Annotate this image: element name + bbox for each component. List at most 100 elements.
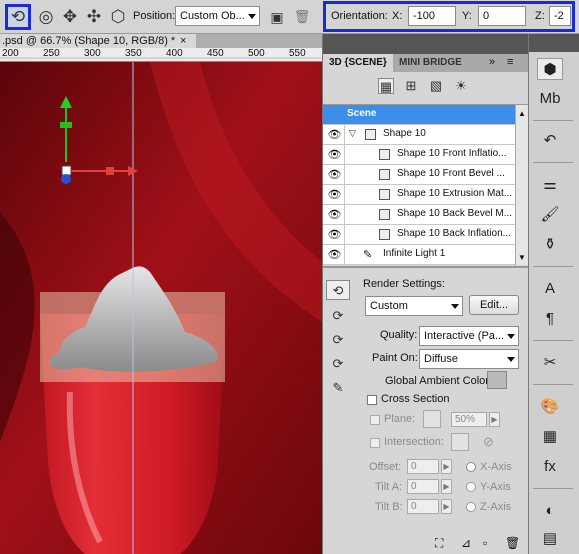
orientation-x-input[interactable]: -100 <box>408 6 456 26</box>
eye-icon[interactable]: 👁 <box>325 145 345 165</box>
expand-arrow-icon[interactable]: ▽ <box>349 128 356 139</box>
ruler-tick: 350 <box>125 48 142 59</box>
layer-name: Infinite Light 1 <box>383 248 446 259</box>
tilt-a-field[interactable]: 0 <box>407 479 439 494</box>
x-axis-radio[interactable] <box>466 462 476 472</box>
eye-icon[interactable]: 👁 <box>325 125 345 145</box>
orientation-z-input[interactable]: -2 <box>549 6 571 26</box>
eye-icon[interactable]: 👁 <box>325 205 345 225</box>
layer-name: Shape 10 Back Bevel M... <box>397 208 513 219</box>
close-tab-icon[interactable]: × <box>180 34 186 48</box>
3d-rotate-tool-icon[interactable]: ⟲ <box>5 4 31 30</box>
eye-icon[interactable]: 👁 <box>325 245 345 265</box>
layer-row[interactable]: 👁 Shape 10 Extrusion Mat... <box>323 185 515 205</box>
material-tool-icon[interactable]: ⟳ <box>326 330 350 350</box>
layers-icon[interactable]: ▤ <box>537 528 563 550</box>
orientation-y-input[interactable]: 0 <box>478 6 526 26</box>
tab-mini-bridge[interactable]: MINI BRIDGE <box>393 54 468 72</box>
styles-icon[interactable]: fx <box>537 456 563 478</box>
quality-label: Quality: <box>380 329 418 341</box>
layer-list-scrollbar[interactable]: ▲ ▼ <box>515 105 529 265</box>
chevron-down-icon <box>451 304 459 309</box>
brush-presets-icon[interactable]: 🖌 <box>537 204 563 226</box>
ruler-tick: 300 <box>84 48 101 59</box>
tilt-b-arrow-icon[interactable]: ▶ <box>441 499 452 514</box>
z-axis-handle <box>61 174 71 184</box>
3d-scale-tool-icon[interactable]: ⬡ <box>105 4 131 30</box>
adjustments-icon[interactable]: ⚌ <box>537 174 563 196</box>
light-guides-icon[interactable]: ⊿ <box>461 536 471 550</box>
plane-color-swatch[interactable] <box>423 410 441 428</box>
history-icon[interactable]: ↶ <box>537 130 563 152</box>
offset-arrow-icon[interactable]: ▶ <box>441 459 452 474</box>
filter-materials-icon[interactable]: ▧ <box>428 78 444 94</box>
collapse-icon[interactable]: » <box>489 56 495 68</box>
mini-bridge-icon[interactable]: Mb <box>537 88 563 110</box>
character-icon[interactable]: A <box>537 278 563 300</box>
document-canvas[interactable] <box>0 62 322 554</box>
offset-field[interactable]: 0 <box>407 459 439 474</box>
panel-menu-icon[interactable]: ≡ <box>507 56 513 68</box>
layer-row[interactable]: 👁 Shape 10 Front Bevel ... <box>323 165 515 185</box>
eye-icon[interactable]: 👁 <box>325 165 345 185</box>
tools-preset-icon[interactable]: ✂ <box>537 352 563 374</box>
3d-pan-tool-icon[interactable]: ✥ <box>57 4 83 30</box>
filter-scene-icon[interactable]: ▦ <box>378 78 394 94</box>
quality-value: Interactive (Pa... <box>424 330 505 342</box>
document-tab[interactable]: .psd @ 66.7% (Shape 10, RGB/8) * × <box>0 34 322 48</box>
scroll-up-icon[interactable]: ▲ <box>518 109 526 118</box>
light-tool-icon[interactable]: ⟳ <box>326 354 350 374</box>
ambient-color-swatch[interactable] <box>487 371 507 389</box>
plane-checkbox[interactable] <box>370 415 380 425</box>
3d-slide-tool-icon[interactable]: ✣ <box>81 4 107 30</box>
delete-icon[interactable]: 🗑 <box>505 536 520 550</box>
position-dropdown[interactable]: Custom Ob... <box>175 6 260 26</box>
intersection-checkbox[interactable] <box>370 438 380 448</box>
material-icon <box>379 169 390 180</box>
eye-icon[interactable]: 👁 <box>325 185 345 205</box>
color-palette-icon[interactable]: 🎨 <box>537 396 563 418</box>
new-layer-icon[interactable]: ▫ <box>483 536 487 550</box>
paint-on-dropdown[interactable]: Diffuse <box>419 349 519 369</box>
filter-meshes-icon[interactable]: ⊞ <box>403 78 419 94</box>
3d-roll-tool-icon[interactable]: ◎ <box>33 4 59 30</box>
layer-row[interactable]: 👁 Shape 10 Back Bevel M... <box>323 205 515 225</box>
paragraph-icon[interactable]: ¶ <box>537 308 563 330</box>
x-axis-scale-handle <box>106 167 114 175</box>
plane-opacity-arrow-icon[interactable]: ▶ <box>489 412 500 427</box>
clone-source-icon[interactable]: ⚱ <box>537 234 563 256</box>
plane-opacity-field[interactable]: 50% <box>451 412 487 427</box>
ambient-color-label: Global Ambient Color: <box>385 375 492 387</box>
layer-row[interactable]: 👁 Shape 10 Back Inflation... <box>323 225 515 245</box>
intersection-color-swatch[interactable] <box>451 433 469 451</box>
material-drop-tool-icon[interactable]: ✎ <box>326 378 350 398</box>
ground-plane-icon[interactable]: ⛶ <box>435 536 443 551</box>
layer-row[interactable]: 👁 ✎ Infinite Light 1 <box>323 245 515 265</box>
tilt-a-arrow-icon[interactable]: ▶ <box>441 479 452 494</box>
layer-row[interactable]: Scene <box>323 105 515 125</box>
layer-row[interactable]: 👁 Shape 10 Front Inflatio... <box>323 145 515 165</box>
masks-icon[interactable]: ◐ <box>537 500 563 522</box>
scroll-down-icon[interactable]: ▼ <box>518 253 526 262</box>
quality-dropdown[interactable]: Interactive (Pa... <box>419 326 519 346</box>
render-preset-dropdown[interactable]: Custom <box>365 296 463 316</box>
cross-section-checkbox[interactable] <box>367 395 377 405</box>
edit-button[interactable]: Edit... <box>469 295 519 315</box>
y-axis-radio[interactable] <box>466 482 476 492</box>
axis-origin-handle <box>61 165 72 176</box>
3d-panel-icon[interactable]: ⬢ <box>537 58 563 80</box>
eye-icon[interactable]: 👁 <box>325 225 345 245</box>
swatches-icon[interactable]: ▦ <box>537 426 563 448</box>
mesh-tool-icon[interactable]: ⟳ <box>326 306 350 326</box>
filter-lights-icon[interactable]: ☀ <box>453 78 469 94</box>
z-axis-radio[interactable] <box>466 502 476 512</box>
layer-row[interactable]: 👁 ▽ Shape 10 <box>323 125 515 145</box>
tilt-b-field[interactable]: 0 <box>407 499 439 514</box>
y-label: Y: <box>462 10 472 22</box>
tab-3d-scene[interactable]: 3D {SCENE} <box>323 54 393 72</box>
position-label: Position: <box>133 10 176 22</box>
delete-position-icon[interactable]: 🗑 <box>289 4 315 30</box>
flip-cross-section-icon[interactable]: ⊘ <box>483 434 494 450</box>
save-position-icon[interactable]: ▣ <box>264 4 290 30</box>
scene-tool-icon[interactable]: ⟲ <box>326 280 350 300</box>
